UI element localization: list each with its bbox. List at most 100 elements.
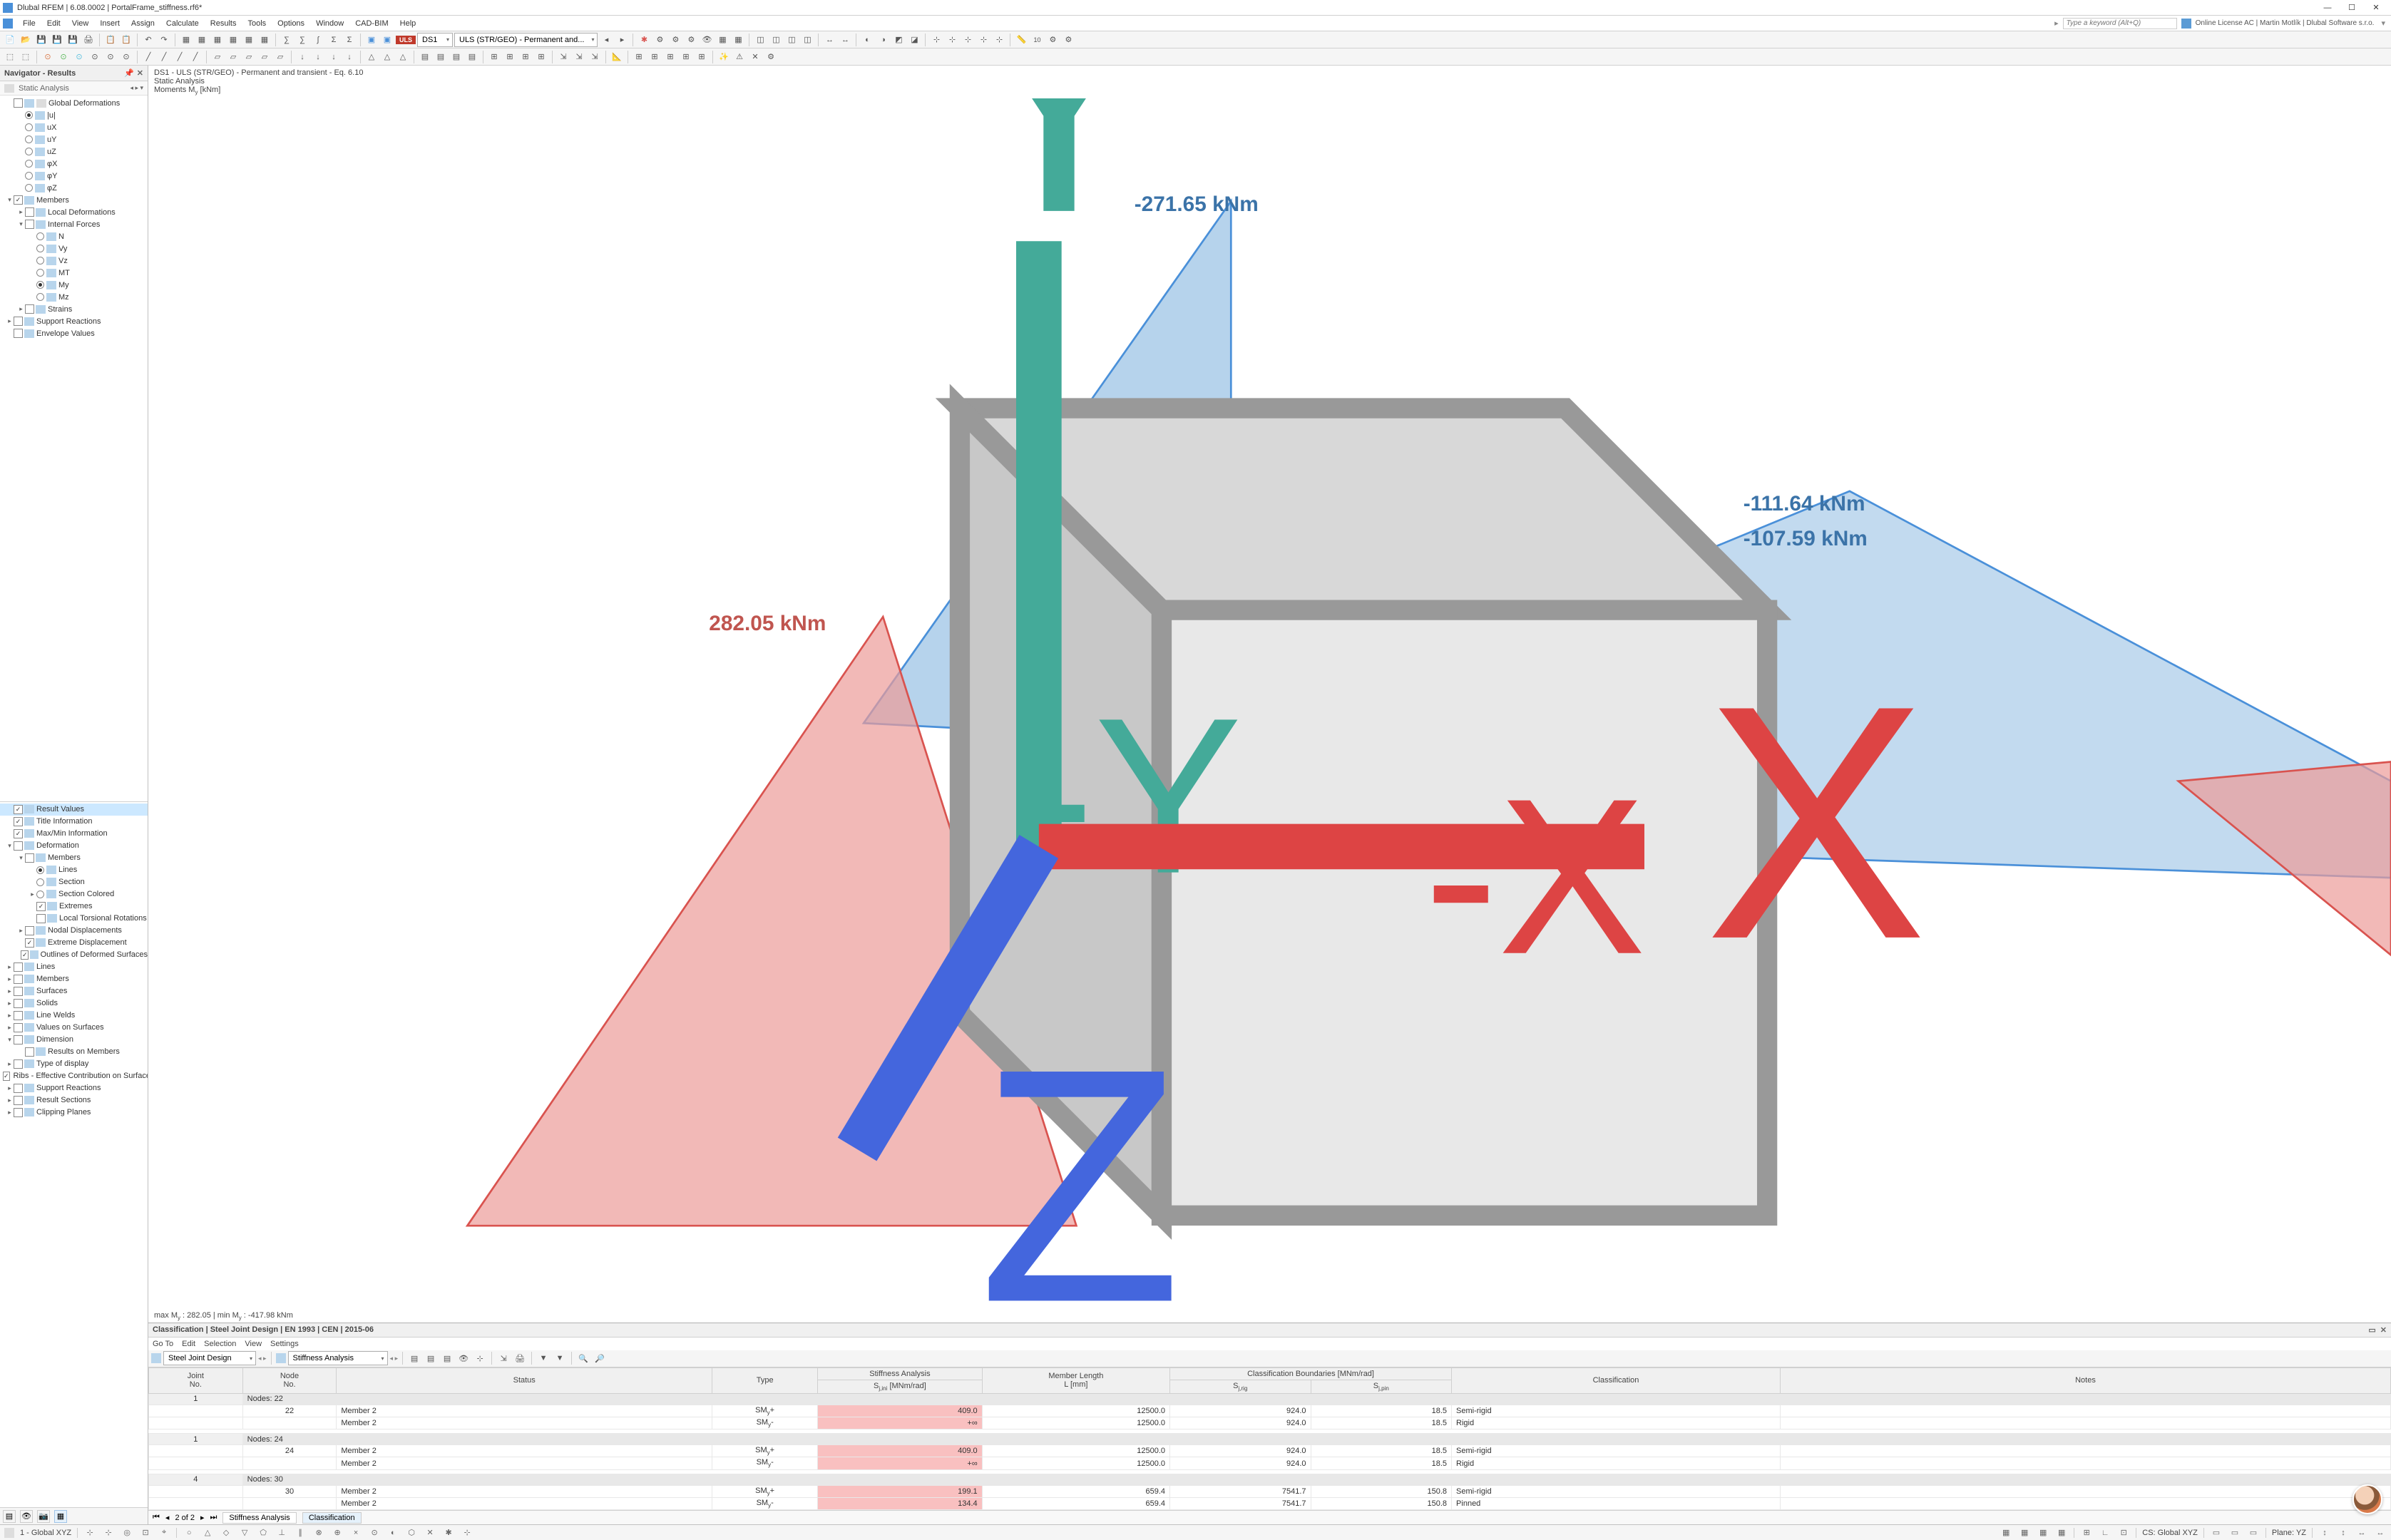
tree-item[interactable]: MT bbox=[0, 267, 148, 279]
tool6-icon[interactable]: ▦ bbox=[731, 33, 745, 47]
tree-item[interactable]: Max/Min Information bbox=[0, 828, 148, 840]
3d-viewport[interactable]: -271.65 kNm -111.64 kNm -107.59 kNm 282.… bbox=[148, 98, 2391, 1309]
sb-osnap15-icon[interactable]: ✱ bbox=[442, 1526, 455, 1539]
save-as-icon[interactable]: 💾 bbox=[50, 33, 64, 47]
tool-icon[interactable]: ⚙ bbox=[652, 33, 667, 47]
pager-prev-icon[interactable]: ◂ bbox=[165, 1513, 170, 1522]
tree-item[interactable]: ▸Type of display bbox=[0, 1058, 148, 1070]
menu-view[interactable]: View bbox=[66, 18, 95, 29]
menu-results[interactable]: Results bbox=[205, 18, 242, 29]
table-icon[interactable]: ▦ bbox=[226, 33, 240, 47]
table-row[interactable]: 22Member 2SMy+409.012500.0924.018.5Semi-… bbox=[149, 1405, 2391, 1417]
table-tool2-icon[interactable]: ▤ bbox=[424, 1351, 438, 1365]
report2-icon[interactable]: 📋 bbox=[119, 33, 133, 47]
load4-icon[interactable]: ↓ bbox=[342, 50, 357, 64]
tool3-icon[interactable]: ⚙ bbox=[684, 33, 698, 47]
minimize-button[interactable]: — bbox=[2315, 1, 2340, 15]
sel2-icon[interactable]: ⬚ bbox=[19, 50, 33, 64]
tree-item[interactable]: Section bbox=[0, 876, 148, 888]
grid4-icon-2[interactable]: ⊞ bbox=[679, 50, 693, 64]
sb-osnap1-icon[interactable]: ○ bbox=[183, 1526, 195, 1539]
tree-item[interactable]: Local Torsional Rotations bbox=[0, 913, 148, 925]
tree-item[interactable]: My bbox=[0, 279, 148, 291]
render-icon[interactable]: ◐ bbox=[860, 33, 874, 47]
tree-item[interactable]: Extremes bbox=[0, 900, 148, 913]
sup3-icon[interactable]: △ bbox=[396, 50, 410, 64]
tree-item[interactable]: Title Information bbox=[0, 816, 148, 828]
table-tool3-icon[interactable]: ▤ bbox=[440, 1351, 454, 1365]
menu-insert[interactable]: Insert bbox=[94, 18, 126, 29]
table-menu-edit[interactable]: Edit bbox=[182, 1340, 195, 1348]
license-dropdown[interactable]: ▾ bbox=[2378, 19, 2388, 28]
col-class-bound-group[interactable]: Classification Boundaries [MNm/rad] bbox=[1170, 1367, 1452, 1380]
sb-osnap3-icon[interactable]: ◇ bbox=[220, 1526, 232, 1539]
classification-table[interactable]: JointNo. NodeNo. Status Type Stiffness A… bbox=[148, 1367, 2391, 1510]
tool5-icon[interactable]: ▦ bbox=[715, 33, 729, 47]
cube2-icon[interactable]: ◫ bbox=[769, 33, 783, 47]
node4-icon[interactable]: ⊙ bbox=[88, 50, 102, 64]
sb-osnap11-icon[interactable]: ⊙ bbox=[368, 1526, 381, 1539]
sb-plane1-icon[interactable]: ▭ bbox=[2210, 1526, 2223, 1539]
sup2-icon[interactable]: △ bbox=[380, 50, 394, 64]
search-trigger-icon[interactable]: ▸ bbox=[2054, 19, 2059, 28]
calc-icon[interactable]: ∑ bbox=[280, 33, 294, 47]
del-icon[interactable]: ✕ bbox=[748, 50, 762, 64]
load2-icon[interactable]: ↓ bbox=[311, 50, 325, 64]
tree-item[interactable]: ▸Solids bbox=[0, 997, 148, 1010]
snap4-icon[interactable]: ⊹ bbox=[976, 33, 990, 47]
grid-icon-2[interactable]: ⊞ bbox=[632, 50, 646, 64]
table2-icon[interactable]: ▦ bbox=[242, 33, 256, 47]
filter-icon[interactable]: ✱ bbox=[637, 33, 651, 47]
tree-item[interactable]: ▸Result Sections bbox=[0, 1094, 148, 1107]
analysis-selector[interactable]: Static Analysis ◂ ▸ ▾ bbox=[0, 81, 148, 96]
sup-icon[interactable]: △ bbox=[364, 50, 379, 64]
pager-last-icon[interactable]: ⏭ bbox=[210, 1513, 217, 1522]
tree-item[interactable]: ▾Internal Forces bbox=[0, 218, 148, 230]
tree-item[interactable]: Global Deformations bbox=[0, 97, 148, 109]
line3-icon[interactable]: ╱ bbox=[173, 50, 187, 64]
sb-osnap12-icon[interactable]: ◐ bbox=[386, 1526, 399, 1539]
cube-icon[interactable]: ◫ bbox=[753, 33, 767, 47]
mesh3-icon[interactable]: ⊞ bbox=[518, 50, 533, 64]
line2-icon[interactable]: ╱ bbox=[157, 50, 171, 64]
col-length[interactable]: Member LengthL [mm] bbox=[982, 1367, 1169, 1393]
misc-icon[interactable]: ⚙ bbox=[1045, 33, 1060, 47]
tree-item[interactable]: φZ bbox=[0, 182, 148, 194]
table-filter-icon[interactable]: ▼ bbox=[536, 1351, 551, 1365]
design-situation-dropdown[interactable]: DS1 bbox=[417, 33, 453, 47]
ex3-icon[interactable]: ⇲ bbox=[588, 50, 602, 64]
mesh4-icon[interactable]: ⊞ bbox=[534, 50, 548, 64]
sb-axis3-icon[interactable]: ↔ bbox=[2355, 1526, 2368, 1539]
table-tool1-icon[interactable]: ▤ bbox=[407, 1351, 421, 1365]
table3-icon[interactable]: ▦ bbox=[257, 33, 272, 47]
tree-item[interactable]: uY bbox=[0, 133, 148, 145]
tree-item[interactable]: ▸Surfaces bbox=[0, 985, 148, 997]
tree-item[interactable]: φY bbox=[0, 170, 148, 182]
table-zoom-icon[interactable]: 🔍 bbox=[576, 1351, 590, 1365]
render3-icon[interactable]: ◩ bbox=[891, 33, 906, 47]
sb-view3-icon[interactable]: ▦ bbox=[2037, 1526, 2049, 1539]
calc2-icon[interactable]: ∑ bbox=[295, 33, 309, 47]
tree-item[interactable]: Outlines of Deformed Surfaces bbox=[0, 949, 148, 961]
redo-icon[interactable]: ↷ bbox=[157, 33, 171, 47]
menu-calculate[interactable]: Calculate bbox=[160, 18, 205, 29]
sb-snap3-icon[interactable]: ◎ bbox=[121, 1526, 133, 1539]
save-icon[interactable]: 💾 bbox=[34, 33, 48, 47]
render4-icon[interactable]: ◪ bbox=[907, 33, 921, 47]
grid2-icon-2[interactable]: ⊞ bbox=[647, 50, 662, 64]
tree-item[interactable]: Envelope Values bbox=[0, 327, 148, 339]
text-icon[interactable]: 10 bbox=[1030, 33, 1044, 47]
report-icon[interactable]: 📋 bbox=[103, 33, 118, 47]
dim-icon[interactable]: ↔ bbox=[822, 33, 836, 47]
open-icon[interactable]: 📂 bbox=[19, 33, 33, 47]
pager-first-icon[interactable]: ⏮ bbox=[153, 1513, 160, 1522]
tree-item[interactable]: ▸Section Colored bbox=[0, 888, 148, 900]
table-export-icon[interactable]: ⇲ bbox=[496, 1351, 511, 1365]
measure-icon[interactable]: 📏 bbox=[1014, 33, 1028, 47]
pager-tab-stiffness[interactable]: Stiffness Analysis bbox=[222, 1512, 296, 1524]
res2-icon[interactable]: ▤ bbox=[434, 50, 448, 64]
surf3-icon[interactable]: ▱ bbox=[242, 50, 256, 64]
sb-grid-toggle-icon[interactable]: ⊡ bbox=[2117, 1526, 2130, 1539]
render2-icon[interactable]: ◑ bbox=[876, 33, 890, 47]
table-menu-settings[interactable]: Settings bbox=[270, 1340, 299, 1348]
